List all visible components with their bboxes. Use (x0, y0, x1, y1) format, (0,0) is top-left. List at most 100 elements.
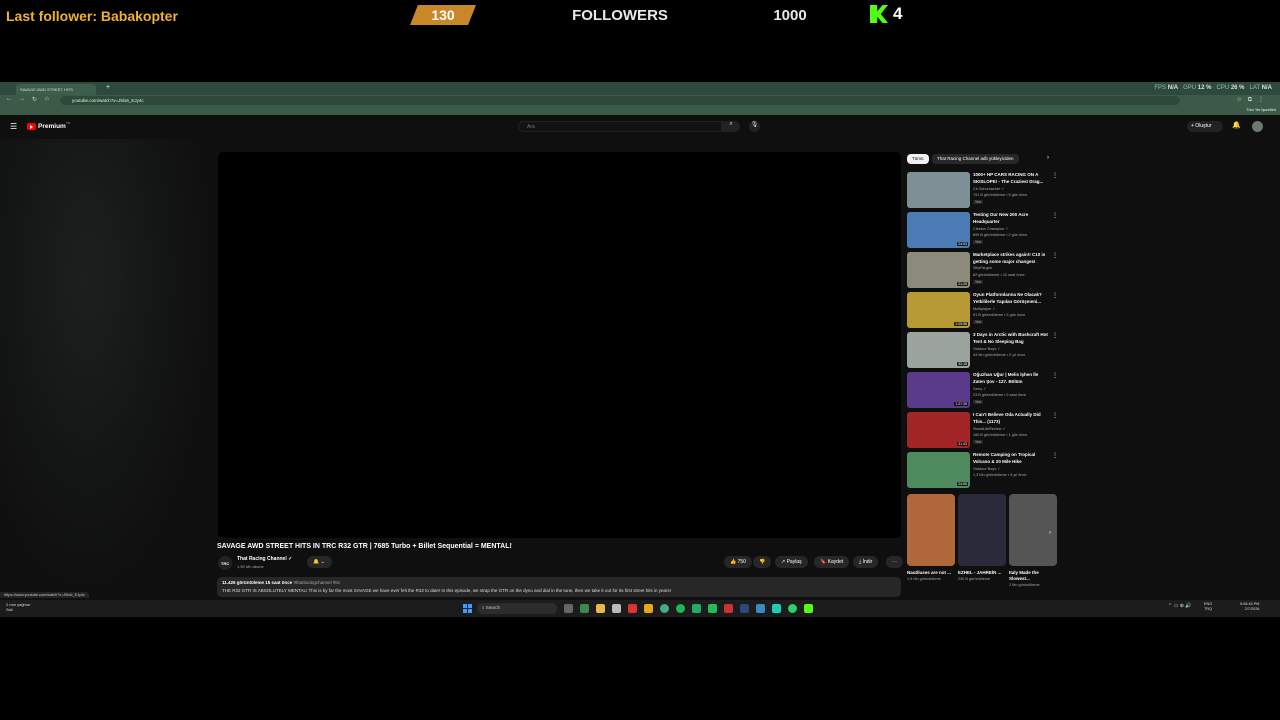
notepad-icon[interactable] (612, 604, 621, 613)
recommended-video[interactable]: 24:56 Remote Camping on Tropical Volcano … (907, 452, 1059, 488)
search-icon[interactable]: ⌕ (722, 121, 740, 132)
video-player[interactable] (218, 152, 901, 538)
video-channel[interactable]: SillyFargon (973, 266, 992, 270)
youtube-logo-icon[interactable] (27, 123, 36, 130)
video-title[interactable]: Marketplace strikes again!! C10 is getti… (973, 252, 1051, 265)
windows-start-icon[interactable] (463, 604, 472, 613)
more-actions-button[interactable]: ⋯ (886, 556, 903, 568)
video-thumbnail[interactable]: 32:15 (907, 332, 970, 368)
short-thumbnail[interactable] (958, 494, 1006, 566)
steam-icon[interactable] (740, 604, 749, 613)
system-tray[interactable]: ⌃ ▭ ⊕ 🔊 (1168, 603, 1192, 609)
more-options-icon[interactable]: ⋮ (1052, 212, 1058, 219)
video-title[interactable]: 1000+ HP CARS RACING ON A SKISLOPE! - Th… (973, 172, 1051, 185)
microphone-icon[interactable]: 🎙 (749, 121, 760, 132)
short-item[interactable]: Italy Made the Slowest... 2 Mn görüntülem… (1009, 494, 1057, 587)
xbox-icon[interactable] (692, 604, 701, 613)
address-bar[interactable]: youtube.com/watch?v=J5lo6_EJy4c (60, 96, 1180, 105)
video-thumbnail[interactable]: 24:53 (907, 212, 970, 248)
video-title[interactable]: Oyun Platformlarına Ne Olacak? Yetkilile… (973, 292, 1051, 305)
notifications-bell-icon[interactable]: 🔔 (1232, 121, 1241, 129)
subscribed-bell-button[interactable]: 🔔 ⌄ (307, 556, 332, 568)
video-channel[interactable]: Genç ✓ (973, 386, 986, 391)
short-item[interactable]: Nautiluses are not ... 1,9 Mn görüntüleme (907, 494, 955, 581)
recommended-video[interactable]: 32:15 3 Days in Arctic with Bushcraft Hot… (907, 332, 1059, 368)
forward-icon[interactable]: → (19, 96, 25, 102)
file-explorer-icon[interactable] (596, 604, 605, 613)
recommended-video[interactable]: 1:09:58 Oyun Platformlarına Ne Olacak? Ye… (907, 292, 1059, 328)
whatsapp-icon[interactable] (788, 604, 797, 613)
home-icon[interactable]: ⌂ (45, 96, 49, 102)
short-item[interactable]: EZHEL - JAHREİN ... 240 B görüntüleme (958, 494, 1006, 581)
chevron-right-icon[interactable]: › (1047, 155, 1049, 161)
recommended-video[interactable]: 24:53 Testing Our New 200 Acre Headquarte… (907, 212, 1059, 248)
avatar[interactable] (1252, 121, 1263, 132)
video-title[interactable]: 3 Days in Arctic with Bushcraft Hot Tent… (973, 332, 1051, 345)
taskbar-search[interactable]: ⌕ Search (477, 603, 557, 614)
video-thumbnail[interactable] (907, 172, 970, 208)
video-thumbnail[interactable]: 1:27:39 (907, 372, 970, 408)
channel-name[interactable]: That Racing Channel ✓ (237, 556, 292, 562)
video-title[interactable]: Remote Camping on Tropical Volcano & 20 … (973, 452, 1051, 465)
back-icon[interactable]: ← (6, 96, 12, 102)
video-thumbnail[interactable]: 21:25 (907, 252, 970, 288)
create-button[interactable]: + Oluştur (1187, 121, 1223, 132)
browser-toolbar-icons[interactable]: ☆⧉⋮ (1236, 96, 1270, 104)
video-channel[interactable]: Multiplayer ✓ (973, 306, 996, 311)
download-button[interactable]: ⤓ İndir (853, 556, 879, 568)
app-icon[interactable] (580, 604, 589, 613)
chrome-icon[interactable] (660, 604, 669, 613)
chevron-right-icon[interactable]: › (1049, 530, 1051, 536)
recommended-video[interactable]: 1:27:39 Oğuzhan Uğur | Melis İşhen İle Za… (907, 372, 1059, 408)
task-view-icon[interactable] (564, 604, 573, 613)
recommended-video[interactable]: 1000+ HP CARS RACING ON A SKISLOPE! - Th… (907, 172, 1059, 208)
reload-icon[interactable]: ↻ (32, 96, 37, 103)
kick-icon[interactable] (804, 604, 813, 613)
app-icon[interactable] (708, 604, 717, 613)
save-button[interactable]: 🔖 Kaydet (814, 556, 850, 568)
channel-avatar[interactable]: TRC (218, 556, 232, 570)
short-thumbnail[interactable] (907, 494, 955, 566)
clock[interactable]: 5:08:43 PM 2/7/2026 (1240, 602, 1259, 612)
recommended-video[interactable]: 31:43 I Can't Believe Oda Actually Did Th… (907, 412, 1059, 448)
video-channel[interactable]: Cleetus Champion ✓ (973, 226, 1008, 231)
more-options-icon[interactable]: ⋮ (1052, 372, 1058, 379)
more-options-icon[interactable]: ⋮ (1052, 332, 1058, 339)
video-title[interactable]: I Can't Believe Oda Actually Did This...… (973, 412, 1051, 425)
description-box[interactable]: 11.426 görüntüleme 15 saat önce #thatrac… (217, 577, 901, 597)
youtube-logo-text[interactable]: Premium (38, 123, 66, 130)
video-title[interactable]: Testing Our New 200 Acre Headquarter (973, 212, 1051, 225)
hashtags[interactable]: #thatracingchannel #trc (294, 580, 341, 585)
app-icon[interactable] (772, 604, 781, 613)
app-icon[interactable] (644, 604, 653, 613)
video-thumbnail[interactable]: 31:43 (907, 412, 970, 448)
more-options-icon[interactable]: ⋮ (1052, 172, 1058, 179)
language-indicator[interactable]: ENG TRQ (1204, 602, 1212, 612)
recommended-video[interactable]: 21:25 Marketplace strikes again!! C10 is … (907, 252, 1059, 288)
search-input[interactable]: Ara (518, 121, 722, 132)
spotify-icon[interactable] (676, 604, 685, 613)
app-icon[interactable] (628, 604, 637, 613)
video-thumbnail[interactable]: 24:56 (907, 452, 970, 488)
app-icon[interactable] (724, 604, 733, 613)
short-title[interactable]: Italy Made the Slowest... (1009, 570, 1057, 582)
short-title[interactable]: EZHEL - JAHREİN ... (958, 570, 1006, 576)
more-options-icon[interactable]: ⋮ (1052, 412, 1058, 419)
chip-uploader[interactable]: That Racing Channel adlı yükleyiciden (932, 154, 1019, 164)
video-channel[interactable]: StandLifeReview ✓ (973, 426, 1006, 431)
app-icon[interactable] (756, 604, 765, 613)
video-thumbnail[interactable]: 1:09:58 (907, 292, 970, 328)
browser-tab[interactable]: SAVAGE AWD STREET HITS (16, 84, 96, 95)
more-options-icon[interactable]: ⋮ (1052, 252, 1058, 259)
dislike-button[interactable]: 👎 (753, 556, 772, 568)
video-channel[interactable]: Outdoor Boys ✓ (973, 346, 1000, 351)
video-channel[interactable]: Cb Schumacher ✓ (973, 186, 1004, 191)
more-options-icon[interactable]: ⋮ (1052, 292, 1058, 299)
weather-widget[interactable]: 2 mm yağmur Salı (6, 602, 30, 612)
like-button[interactable]: 👍 750 (724, 556, 752, 568)
short-title[interactable]: Nautiluses are not ... (907, 570, 955, 576)
video-channel[interactable]: Outdoor Boys ✓ (973, 466, 1000, 471)
chip-all[interactable]: Tümü (907, 154, 929, 164)
more-options-icon[interactable]: ⋮ (1052, 452, 1058, 459)
menu-icon[interactable]: ☰ (10, 122, 17, 131)
